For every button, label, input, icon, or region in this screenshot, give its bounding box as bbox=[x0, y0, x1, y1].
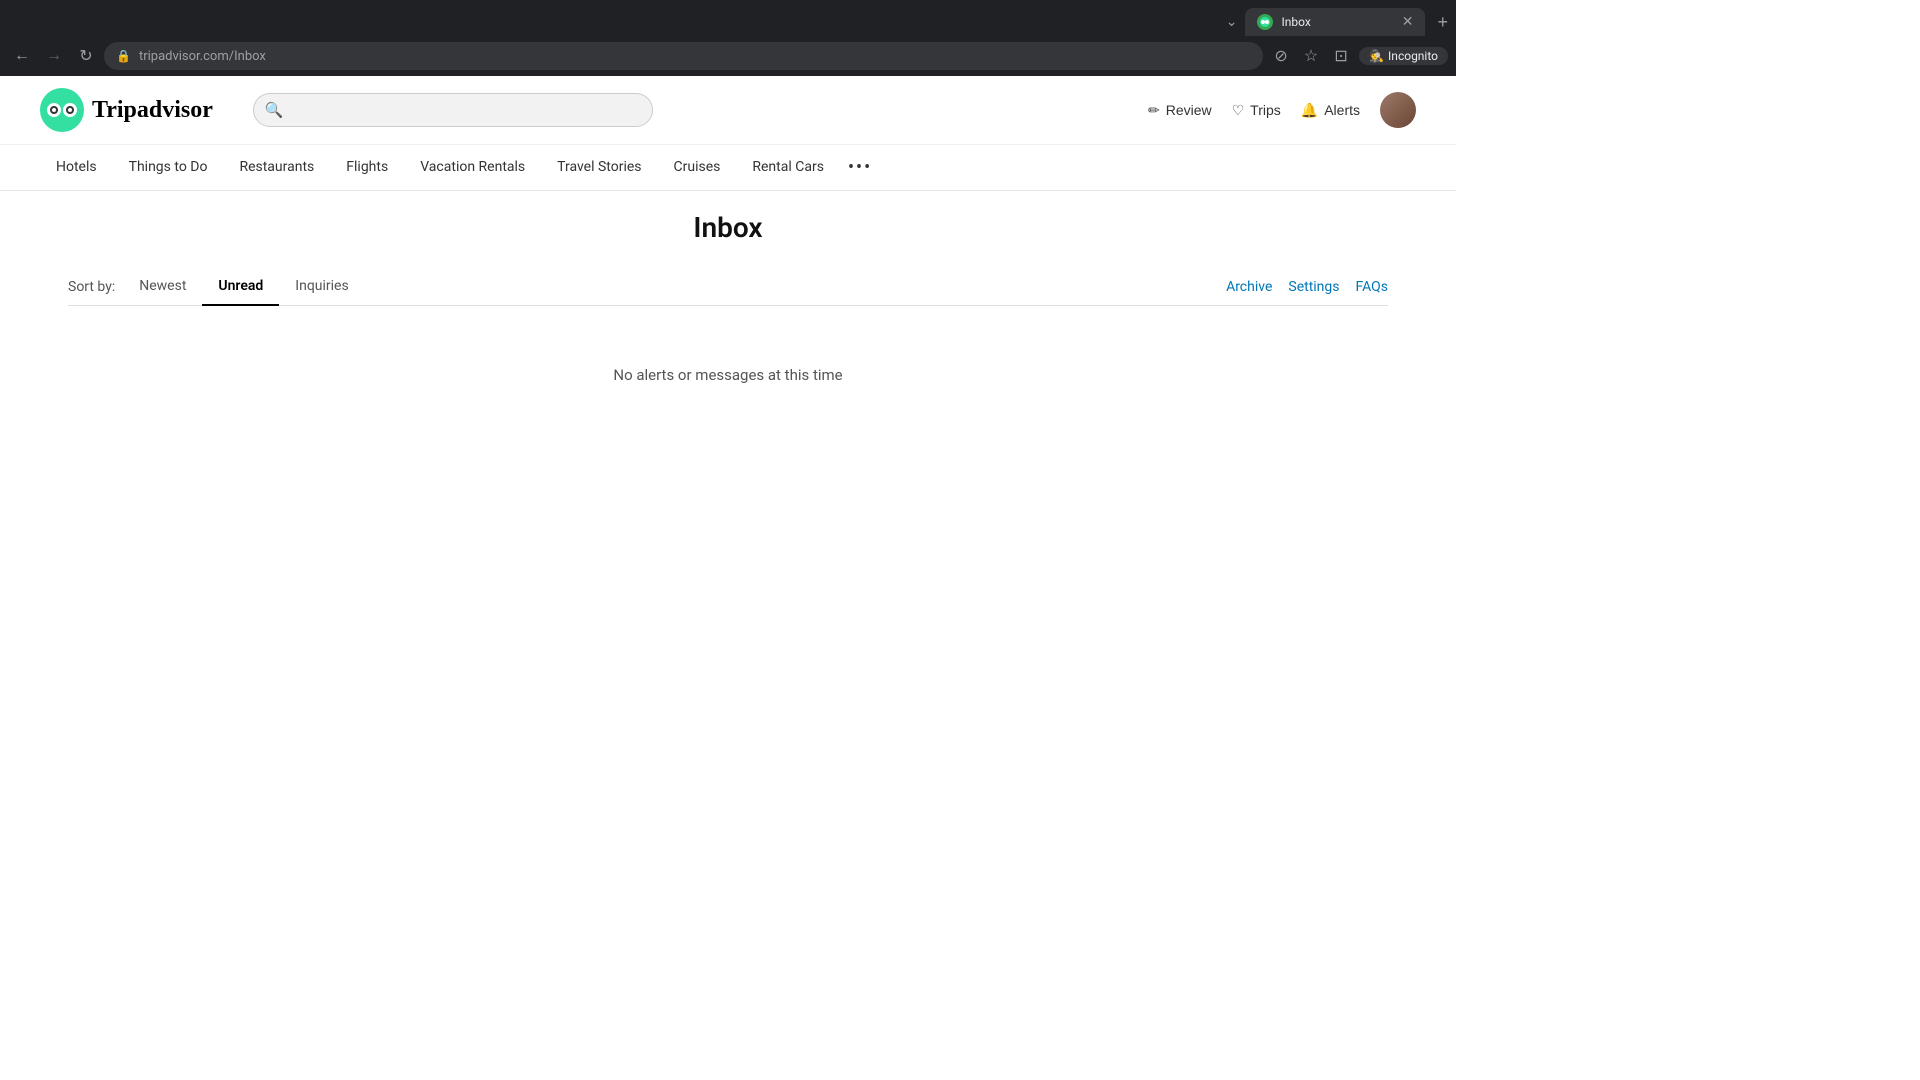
nav-item-vacation-rentals[interactable]: Vacation Rentals bbox=[404, 147, 541, 189]
tab-list-button[interactable]: ⌄ bbox=[1218, 14, 1246, 30]
page: Tripadvisor 🔍 ✏ Review ♡ Trips 🔔 Alerts bbox=[0, 76, 1456, 464]
alerts-button[interactable]: 🔔 Alerts bbox=[1301, 102, 1360, 119]
tab-close-button[interactable]: ✕ bbox=[1402, 14, 1414, 30]
nav-item-travel-stories[interactable]: Travel Stories bbox=[541, 147, 657, 189]
browser-chrome: ⌄ Inbox ✕ + ← → ↻ 🔒 tripadvisor.com/Inbo… bbox=[0, 0, 1456, 76]
alerts-label: Alerts bbox=[1324, 102, 1360, 118]
back-button[interactable]: ← bbox=[8, 42, 36, 70]
review-button[interactable]: ✏ Review bbox=[1148, 102, 1212, 119]
site-nav: Hotels Things to Do Restaurants Flights … bbox=[0, 145, 1456, 191]
search-input[interactable] bbox=[253, 93, 653, 127]
address-bar-row: ← → ↻ 🔒 tripadvisor.com/Inbox ⊘ ☆ ⊡ 🕵 In… bbox=[0, 36, 1456, 76]
settings-link[interactable]: Settings bbox=[1288, 279, 1339, 295]
faqs-link[interactable]: FAQs bbox=[1356, 279, 1389, 295]
header-actions: ✏ Review ♡ Trips 🔔 Alerts bbox=[1148, 92, 1416, 128]
logo-link[interactable]: Tripadvisor bbox=[40, 88, 213, 132]
forward-button[interactable]: → bbox=[40, 42, 68, 70]
bookmark-button[interactable]: ☆ bbox=[1297, 42, 1325, 70]
address-domain: tripadvisor.com bbox=[139, 49, 229, 64]
main-content: Inbox Sort by: Newest Unread Inquiries A… bbox=[28, 191, 1428, 464]
trips-label: Trips bbox=[1250, 102, 1281, 118]
avatar[interactable] bbox=[1380, 92, 1416, 128]
incognito-label: Incognito bbox=[1388, 49, 1438, 63]
address-path: /Inbox bbox=[229, 49, 266, 64]
address-text: tripadvisor.com/Inbox bbox=[139, 49, 1251, 64]
toolbar-icons: ⊘ ☆ ⊡ bbox=[1267, 42, 1355, 70]
page-title: Inbox bbox=[68, 211, 1388, 244]
nav-item-cruises[interactable]: Cruises bbox=[658, 147, 737, 189]
avatar-image bbox=[1380, 92, 1416, 128]
reload-button[interactable]: ↻ bbox=[72, 42, 100, 70]
review-icon: ✏ bbox=[1148, 102, 1160, 119]
logo-text: Tripadvisor bbox=[92, 97, 213, 124]
incognito-icon: 🕵 bbox=[1369, 49, 1384, 63]
new-tab-button[interactable]: + bbox=[1429, 12, 1456, 33]
profile-button[interactable]: ⊡ bbox=[1327, 42, 1355, 70]
nav-item-flights[interactable]: Flights bbox=[330, 147, 404, 189]
nav-item-rental-cars[interactable]: Rental Cars bbox=[736, 147, 840, 189]
review-label: Review bbox=[1166, 102, 1212, 118]
tab-unread[interactable]: Unread bbox=[202, 268, 279, 306]
nav-more-button[interactable]: ••• bbox=[840, 145, 880, 190]
sort-label: Sort by: bbox=[68, 279, 115, 295]
trips-icon: ♡ bbox=[1232, 102, 1245, 119]
empty-message: No alerts or messages at this time bbox=[68, 306, 1388, 444]
nav-item-things-to-do[interactable]: Things to Do bbox=[113, 147, 224, 189]
search-icon: 🔍 bbox=[265, 101, 284, 119]
tab-bar: ⌄ Inbox ✕ + bbox=[0, 0, 1456, 36]
tab-title: Inbox bbox=[1281, 15, 1393, 29]
archive-link[interactable]: Archive bbox=[1226, 279, 1272, 295]
tab-newest[interactable]: Newest bbox=[123, 268, 202, 306]
tab-favicon bbox=[1257, 14, 1273, 30]
nav-item-hotels[interactable]: Hotels bbox=[40, 147, 113, 189]
active-tab[interactable]: Inbox ✕ bbox=[1245, 8, 1425, 36]
inbox-tabs: Newest Unread Inquiries bbox=[123, 268, 364, 305]
tab-inquiries[interactable]: Inquiries bbox=[279, 268, 364, 306]
nav-item-restaurants[interactable]: Restaurants bbox=[223, 147, 330, 189]
security-icon-button[interactable]: ⊘ bbox=[1267, 42, 1295, 70]
lock-icon: 🔒 bbox=[116, 49, 131, 63]
inbox-toolbar: Sort by: Newest Unread Inquiries Archive… bbox=[68, 268, 1388, 306]
alerts-icon: 🔔 bbox=[1301, 102, 1318, 119]
trips-button[interactable]: ♡ Trips bbox=[1232, 102, 1281, 119]
logo-icon bbox=[40, 88, 84, 132]
incognito-badge[interactable]: 🕵 Incognito bbox=[1359, 47, 1448, 65]
site-header: Tripadvisor 🔍 ✏ Review ♡ Trips 🔔 Alerts bbox=[0, 76, 1456, 145]
inbox-actions: Archive Settings FAQs bbox=[1226, 279, 1388, 295]
search-bar: 🔍 bbox=[253, 93, 653, 127]
address-bar[interactable]: 🔒 tripadvisor.com/Inbox bbox=[104, 42, 1263, 70]
